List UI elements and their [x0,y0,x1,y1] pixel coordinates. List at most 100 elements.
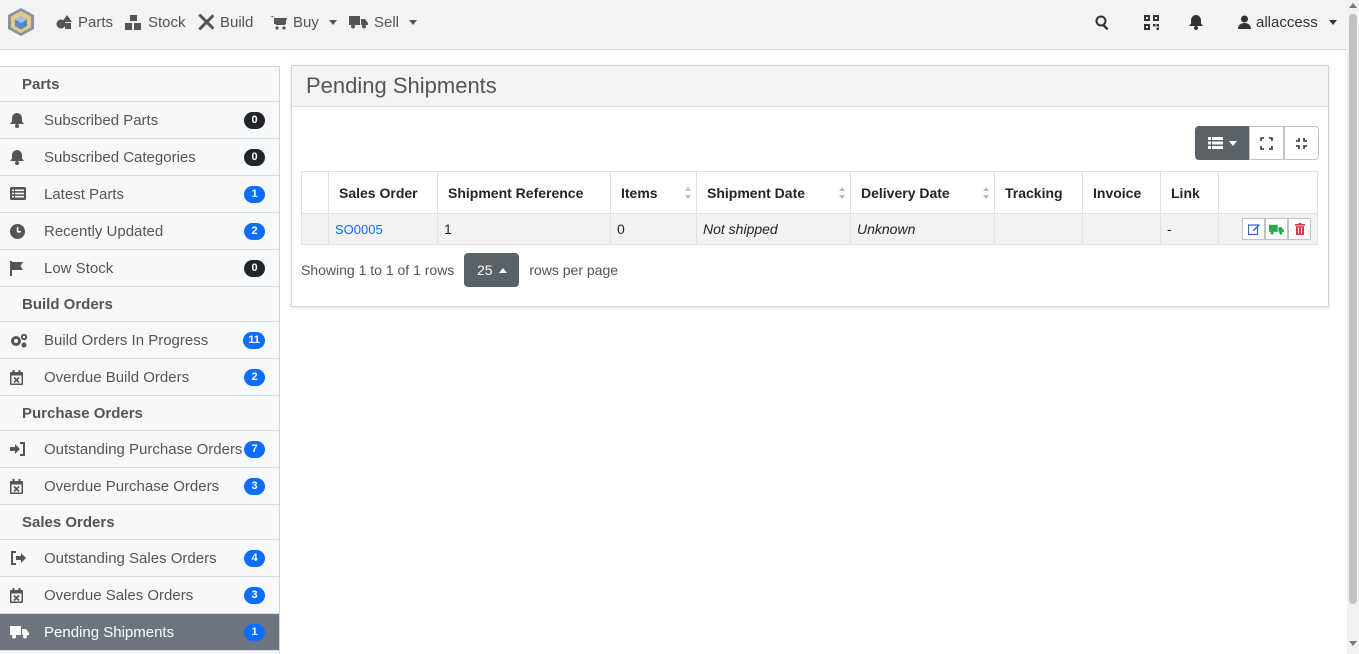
table-header-row: Sales Order Shipment Reference Items Shi… [301,171,1318,214]
select-cell[interactable] [301,213,329,245]
sidebar-item-latest-parts[interactable]: Latest Parts 1 [0,176,279,213]
fullscreen-button[interactable] [1249,126,1284,160]
expand-icon [1260,136,1273,150]
edit-shipment-button[interactable] [1242,218,1265,240]
scrollbar-thumb[interactable] [1349,14,1357,604]
sidebar-item-label: Outstanding Sales Orders [44,549,217,567]
delete-shipment-button[interactable] [1288,218,1311,240]
page-size-suffix: rows per page [529,262,619,278]
count-badge: 3 [244,477,265,495]
complete-shipment-button[interactable] [1265,218,1288,240]
sign-out-icon [10,551,26,565]
column-header-shipment-date[interactable]: Shipment Date [696,171,851,214]
count-badge: 2 [244,368,265,386]
scroll-down-arrow-icon[interactable] [1349,641,1357,646]
sidebar-item-overdue-sales-orders[interactable]: Overdue Sales Orders 3 [0,577,279,614]
count-badge: 0 [244,111,265,129]
sidebar-item-outstanding-sales-orders[interactable]: Outstanding Sales Orders 4 [0,540,279,577]
user-name: allaccess [1256,13,1318,31]
nav-sell[interactable]: Sell [349,0,418,44]
qrcode-icon [1144,14,1159,30]
sidebar-item-label: Low Stock [44,259,114,277]
sidebar-item-recently-updated[interactable]: Recently Updated 2 [0,213,279,250]
column-header-delivery-date[interactable]: Delivery Date [850,171,995,214]
column-header-label: Shipment Date [707,184,806,201]
shipment-date-cell: Not shipped [696,213,851,245]
count-badge: 1 [244,623,265,641]
link-cell: - [1160,213,1219,245]
column-header-label: Items [621,184,658,201]
chevron-up-icon [498,267,507,273]
nav-buy[interactable]: Buy [270,0,337,44]
count-badge: 11 [243,331,265,349]
cogs-icon [10,333,28,348]
sidebar-item-label: Subscribed Parts [44,111,159,129]
count-badge: 0 [244,259,265,277]
search-icon [1095,15,1109,30]
bell-icon [1189,14,1203,30]
sort-icon [983,187,989,199]
sidebar-item-label: Build Orders In Progress [44,331,209,349]
panel-header: Pending Shipments [292,66,1328,107]
sidebar-item-low-stock[interactable]: Low Stock 0 [0,250,279,287]
search-button[interactable] [1095,0,1110,44]
table-toolbar [1195,126,1319,160]
column-header-items[interactable]: Items [610,171,697,214]
sidebar-item-pending-shipments[interactable]: Pending Shipments 1 [0,614,279,651]
top-navbar: Parts Stock Build Buy Sell allaccess [0,0,1347,50]
user-menu[interactable]: allaccess [1238,0,1337,44]
collapse-button[interactable] [1284,126,1319,160]
sidebar-item-label: Outstanding Purchase Orders [44,440,243,458]
pagination-summary: Showing 1 to 1 of 1 rows [301,262,455,278]
actions-cell [1218,213,1318,245]
page-title: Pending Shipments [306,73,497,98]
shapes-icon [56,15,72,29]
nav-parts[interactable]: Parts [56,0,113,44]
sidebar-item-outstanding-purchase-orders[interactable]: Outstanding Purchase Orders 7 [0,431,279,468]
scan-button[interactable] [1144,0,1159,44]
truck-icon [349,16,368,29]
column-header[interactable]: Invoice [1082,171,1161,214]
sidebar-item-overdue-purchase-orders[interactable]: Overdue Purchase Orders 3 [0,468,279,505]
shipments-table: Sales Order Shipment Reference Items Shi… [301,171,1318,245]
nav-parts-label: Parts [78,13,114,31]
nav-build[interactable]: Build [198,0,253,44]
sidebar-item-label: Overdue Purchase Orders [44,477,220,495]
page-size-select[interactable]: 25 [464,253,520,287]
nav-buy-label: Buy [293,13,319,31]
sales-order-link[interactable]: SO0005 [335,222,383,237]
inventree-logo-icon[interactable] [7,7,35,37]
edit-icon [1247,224,1260,235]
sidebar-item-subscribed-parts[interactable]: Subscribed Parts 0 [0,102,279,139]
page-scrollbar[interactable] [1347,0,1359,654]
truck-icon [10,625,29,639]
sales-order-cell: SO0005 [328,213,438,245]
clock-icon [10,224,26,239]
user-icon [1238,15,1251,29]
scroll-up-arrow-icon[interactable] [1349,3,1357,8]
count-badge: 3 [244,586,265,604]
calendar-x-icon [10,370,26,385]
sort-icon [685,187,691,199]
sidebar-item-build-orders-in-progress[interactable]: Build Orders In Progress 11 [0,322,279,359]
column-header[interactable]: Sales Order [328,171,438,214]
tracking-cell [994,213,1083,245]
notifications-button[interactable] [1189,0,1203,44]
nav-sell-label: Sell [374,13,400,31]
trash-icon [1294,223,1305,235]
compress-icon [1296,137,1307,149]
truck-icon [1269,224,1284,235]
count-badge: 2 [244,222,265,240]
bell-icon [10,113,26,128]
column-header[interactable]: Link [1160,171,1219,214]
column-header[interactable]: Shipment Reference [437,171,611,214]
nav-stock[interactable]: Stock [125,0,186,44]
column-header[interactable]: Tracking [994,171,1083,214]
columns-toggle-button[interactable] [1195,126,1249,160]
sidebar-item-subscribed-categories[interactable]: Subscribed Categories 0 [0,139,279,176]
invoice-cell [1082,213,1161,245]
page-size-value: 25 [477,262,493,278]
nav-stock-label: Stock [148,13,186,31]
sidebar-item-overdue-build-orders[interactable]: Overdue Build Orders 2 [0,359,279,396]
column-header-label: Delivery Date [861,184,950,201]
